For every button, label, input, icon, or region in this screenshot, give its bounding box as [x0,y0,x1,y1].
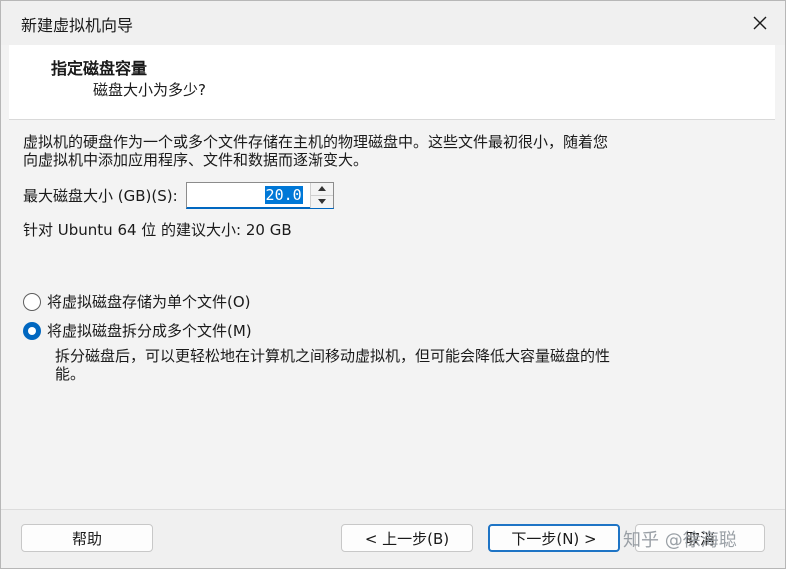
back-button[interactable]: < 上一步(B) [341,524,473,552]
wizard-window: 新建虚拟机向导 指定磁盘容量 磁盘大小为多少? 虚拟机的硬盘作为一个或多个文件存… [0,0,786,569]
description-line-2: 向虚拟机中添加应用程序、文件和数据而逐渐变大。 [23,151,369,169]
max-size-input[interactable]: 20.0 [187,183,307,207]
chevron-down-icon [317,199,326,204]
content-area: 虚拟机的硬盘作为一个或多个文件存储在主机的物理磁盘中。这些文件最初很小，随着您 … [1,119,785,509]
footer-bar: 帮助 < 上一步(B) 下一步(N) > 取消 知乎 @徐海聪 [1,509,785,568]
spin-up-button[interactable] [310,183,333,196]
page-subtitle: 磁盘大小为多少? [93,81,206,99]
split-note-line-1: 拆分磁盘后，可以更轻松地在计算机之间移动虚拟机，但可能会降低大容量磁盘的性 [55,347,611,365]
watermark: 知乎 @徐海聪 [623,530,737,551]
description-line-1: 虚拟机的硬盘作为一个或多个文件存储在主机的物理磁盘中。这些文件最初很小，随着您 [23,133,609,151]
recommended-size-text: 针对 Ubuntu 64 位 的建议大小: 20 GB [23,221,292,239]
chevron-up-icon [317,186,326,191]
radio-single-file[interactable] [23,292,41,311]
max-size-value: 20.0 [264,185,303,204]
page-title: 指定磁盘容量 [51,59,148,78]
max-size-row: 最大磁盘大小 (GB)(S): 20.0 [23,181,334,209]
radio-split-files[interactable] [23,321,41,340]
spin-down-button[interactable] [311,196,333,208]
option-split-files-label: 将虚拟磁盘拆分成多个文件(M) [47,322,252,340]
close-icon [753,16,767,30]
spin-buttons [309,182,333,208]
option-split-files[interactable]: 将虚拟磁盘拆分成多个文件(M) [23,320,252,341]
title-bar[interactable]: 新建虚拟机向导 [1,1,785,45]
option-single-file-label: 将虚拟磁盘存储为单个文件(O) [47,293,251,311]
description-text: 虚拟机的硬盘作为一个或多个文件存储在主机的物理磁盘中。这些文件最初很小，随着您 … [23,133,763,169]
split-note: 拆分磁盘后，可以更轻松地在计算机之间移动虚拟机，但可能会降低大容量磁盘的性 能。 [55,347,755,383]
next-button[interactable]: 下一步(N) > [488,524,620,552]
split-note-line-2: 能。 [55,365,86,383]
help-button[interactable]: 帮助 [21,524,153,552]
window-title: 新建虚拟机向导 [21,16,134,35]
header-panel: 指定磁盘容量 磁盘大小为多少? [9,45,775,120]
option-single-file[interactable]: 将虚拟磁盘存储为单个文件(O) [23,291,251,312]
max-size-label: 最大磁盘大小 (GB)(S): [23,186,178,205]
max-size-spinbox[interactable]: 20.0 [185,181,334,209]
close-button[interactable] [743,7,777,39]
